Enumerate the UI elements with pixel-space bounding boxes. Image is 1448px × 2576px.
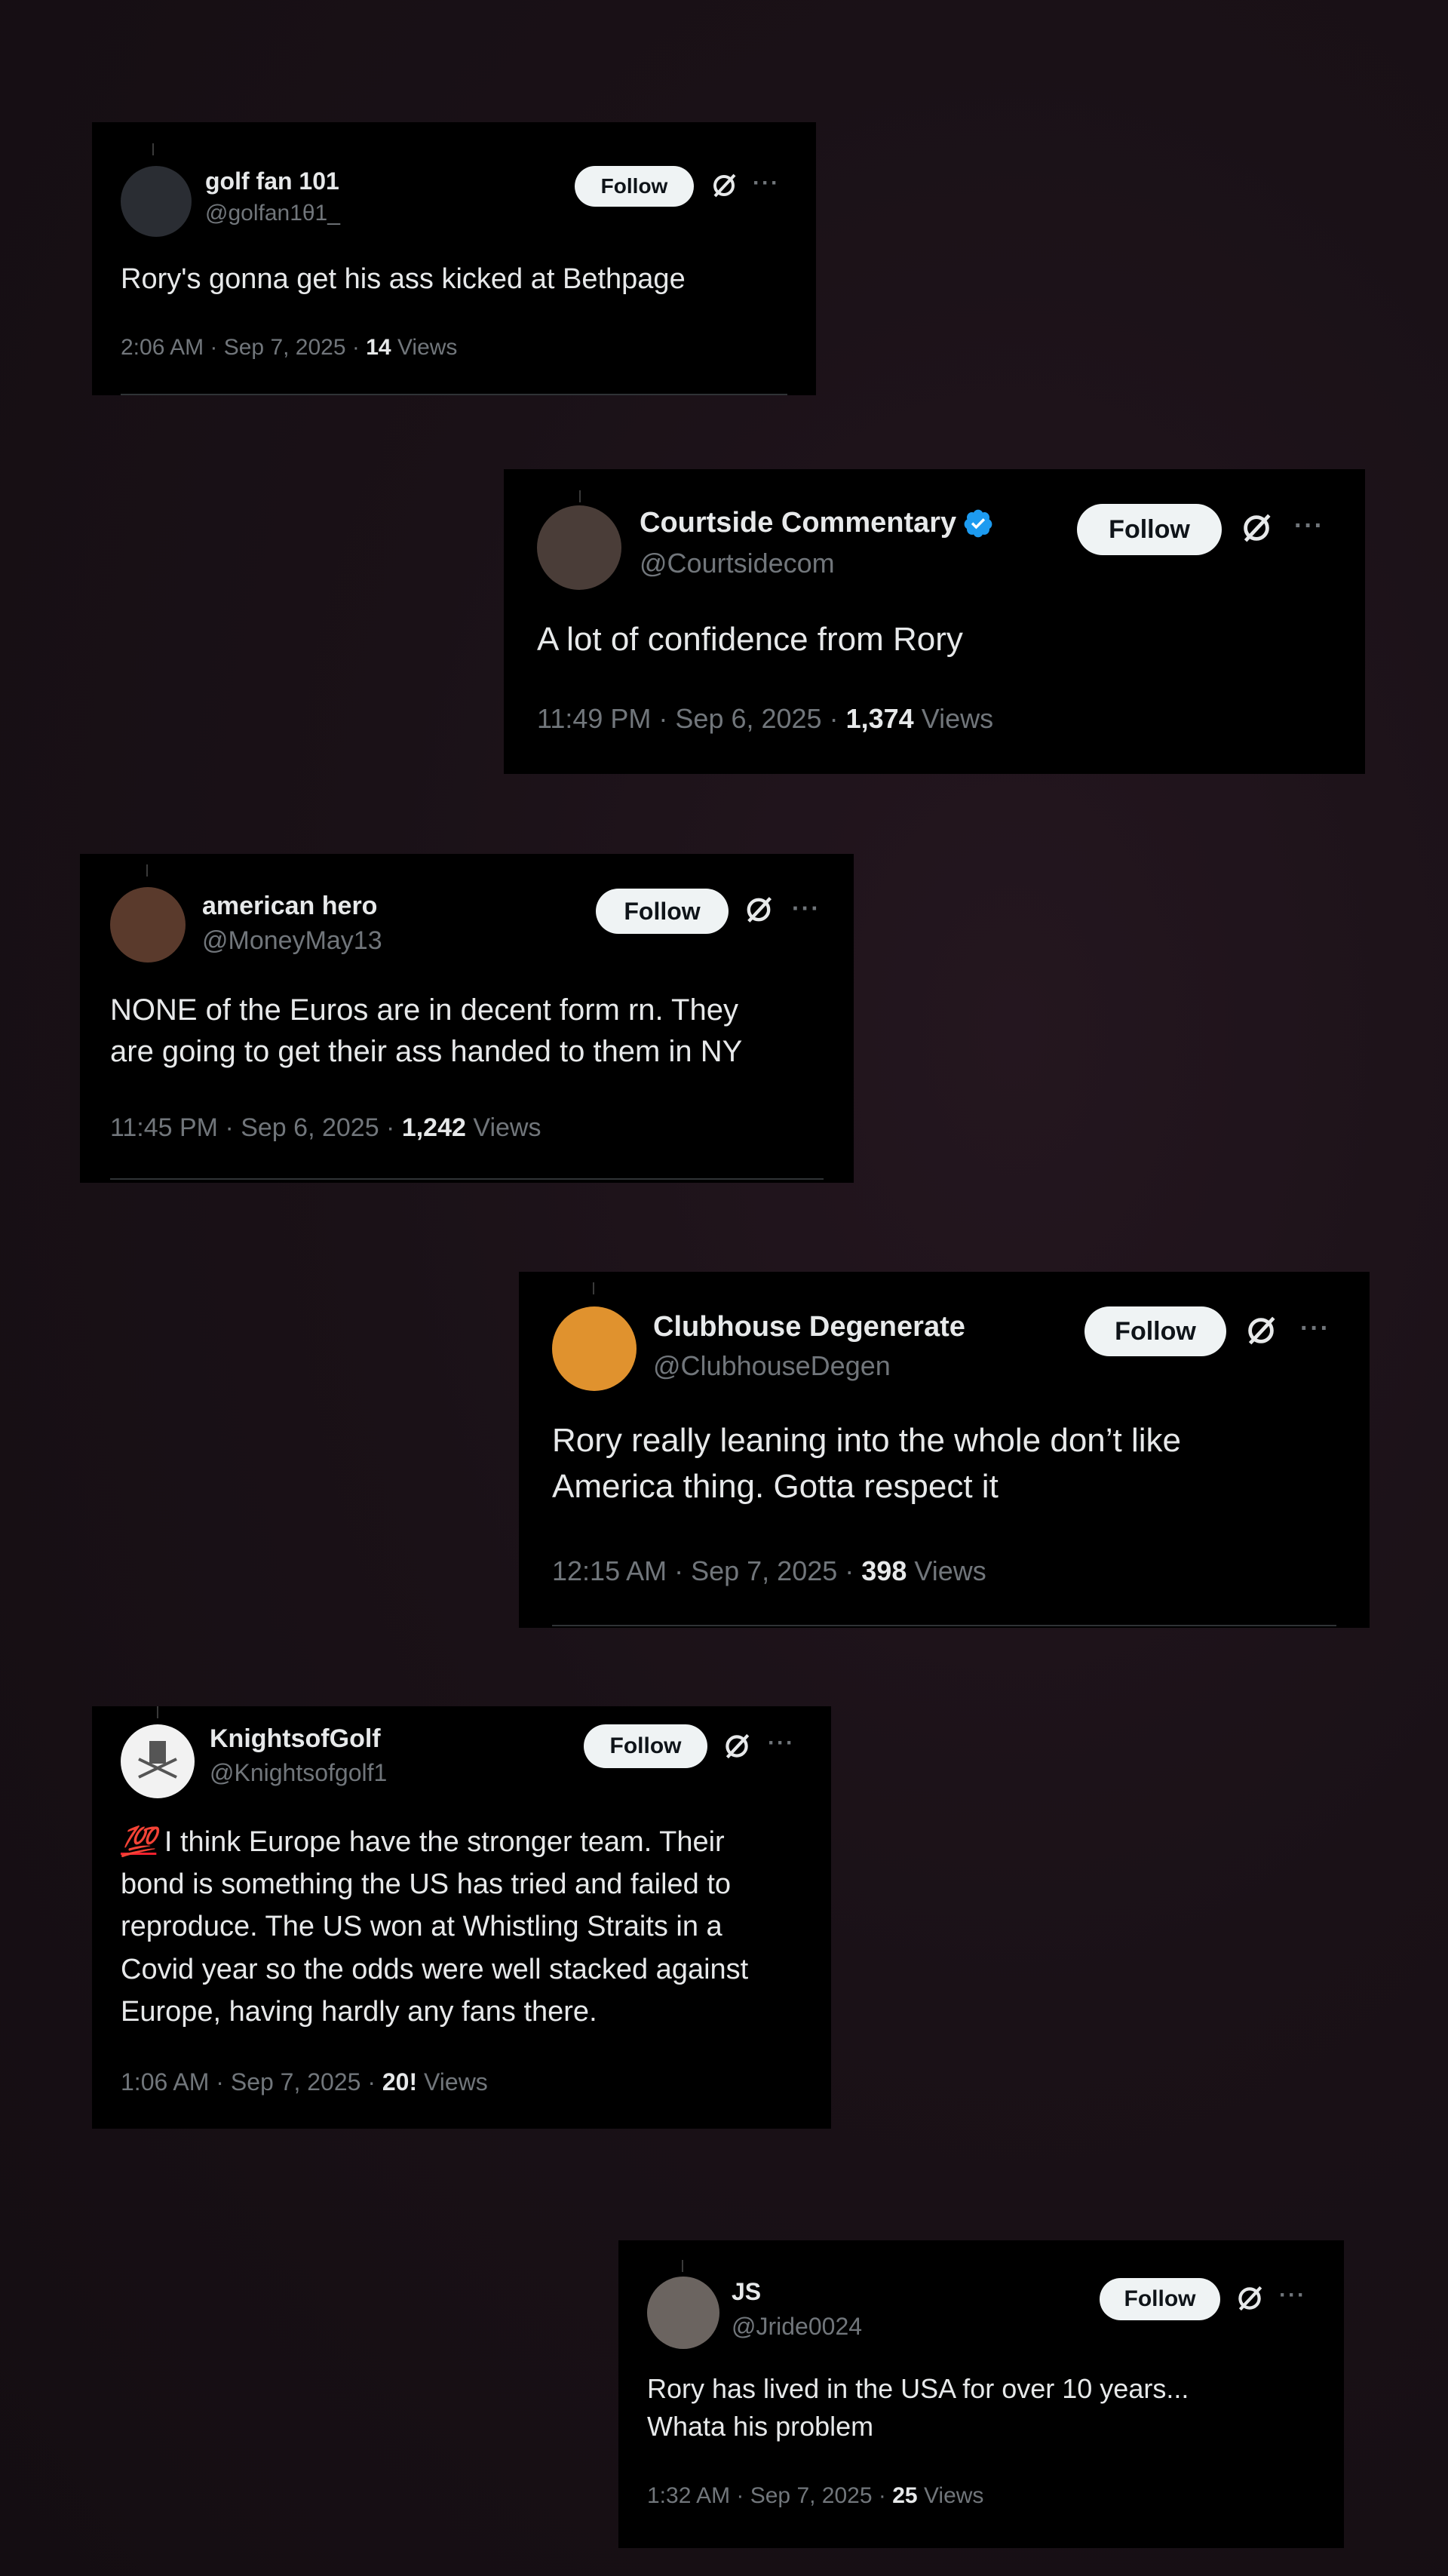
tweet-card-americanhero[interactable]: american hero @MoneyMay13 Follow ··· NON… [80, 854, 854, 1183]
view-count: 398 [861, 1555, 907, 1586]
follow-button[interactable]: Follow [575, 166, 694, 207]
tweet-meta: 2:06 AM · Sep 7, 2025 · 14 Views [121, 335, 457, 361]
thread-tick [579, 490, 581, 502]
divider [121, 394, 787, 395]
tweet-meta: 1:06 AM · Sep 7, 2025 · 20! Views [121, 2068, 488, 2096]
tweet-text: NONE of the Euros are in decent form rn.… [110, 993, 743, 1069]
follow-button[interactable]: Follow [1077, 504, 1222, 555]
user-handle[interactable]: @Courtsidecom [640, 548, 835, 579]
thread-tick [152, 143, 154, 155]
thread-tick [157, 1706, 158, 1718]
avatar[interactable] [647, 2277, 719, 2349]
avatar[interactable] [552, 1306, 637, 1391]
view-count: 1,374 [845, 703, 914, 734]
more-options-icon[interactable]: ··· [753, 172, 780, 195]
views-label: Views [473, 1113, 541, 1142]
tweet-card-courtside[interactable]: Courtside Commentary @Courtsidecom Follo… [504, 469, 1365, 774]
more-options-icon[interactable]: ··· [768, 1732, 795, 1755]
tweet-card-js[interactable]: JS @Jride0024 Follow ··· Rory has lived … [618, 2240, 1344, 2548]
tweet-meta: 11:45 PM · Sep 6, 2025 · 1,242 Views [110, 1113, 541, 1143]
views-label: Views [397, 335, 458, 360]
view-count: 1,242 [401, 1113, 466, 1142]
more-options-icon[interactable]: ··· [1300, 1316, 1330, 1341]
tweet-card-knightsofgolf[interactable]: KnightsofGolf @Knightsofgolf1 Follow ···… [92, 1706, 831, 2129]
timestamp[interactable]: 11:45 PM · Sep 6, 2025 · [110, 1113, 394, 1142]
thread-tick [682, 2260, 683, 2272]
tweet-meta: 11:49 PM · Sep 6, 2025 · 1,374 Views [537, 703, 993, 735]
follow-button[interactable]: Follow [584, 1724, 707, 1768]
tweet-meta: 1:32 AM · Sep 7, 2025 · 25 Views [647, 2483, 983, 2509]
display-name[interactable]: KnightsofGolf [210, 1724, 381, 1754]
grok-icon[interactable] [1243, 1313, 1279, 1349]
divider [552, 1625, 1336, 1626]
more-options-icon[interactable]: ··· [1294, 513, 1324, 539]
views-label: Views [424, 2068, 488, 2095]
grok-icon[interactable] [742, 893, 775, 926]
divider [110, 1178, 824, 1180]
follow-button[interactable]: Follow [1100, 2278, 1220, 2320]
timestamp[interactable]: 1:06 AM · Sep 7, 2025 · [121, 2068, 376, 2095]
timestamp[interactable]: 2:06 AM · Sep 7, 2025 · [121, 335, 360, 360]
avatar[interactable] [110, 887, 186, 963]
display-name[interactable]: Courtside Commentary [640, 507, 994, 539]
view-count: 20! [382, 2068, 418, 2095]
thread-tick [593, 1282, 594, 1294]
tweet-meta: 12:15 AM · Sep 7, 2025 · 398 Views [552, 1555, 986, 1587]
tweet-text: Rory has lived in the USA for over 10 ye… [647, 2373, 1189, 2442]
views-label: Views [914, 1555, 986, 1586]
tweet-text: 💯 I think Europe have the stronger team.… [121, 1826, 749, 2028]
avatar[interactable] [537, 505, 621, 590]
knights-logo-icon [138, 1741, 177, 1779]
more-options-icon[interactable]: ··· [792, 896, 821, 920]
display-name[interactable]: american hero [202, 892, 377, 921]
tweet-card-clubhousedegen[interactable]: Clubhouse Degenerate @ClubhouseDegen Fol… [519, 1272, 1370, 1628]
timestamp[interactable]: 12:15 AM · Sep 7, 2025 · [552, 1555, 854, 1586]
tweet-text: A lot of confidence from Rory [537, 621, 963, 658]
tweet-text: Rory really leaning into the whole don’t… [552, 1422, 1182, 1505]
timestamp[interactable]: 11:49 PM · Sep 6, 2025 · [537, 703, 839, 734]
views-label: Views [921, 703, 994, 734]
follow-button[interactable]: Follow [1084, 1306, 1226, 1356]
grok-icon[interactable] [721, 1730, 753, 1762]
avatar[interactable] [121, 166, 192, 237]
view-count: 25 [892, 2483, 918, 2508]
thread-tick [146, 864, 148, 877]
hundred-points-icon: 💯 [121, 1826, 157, 1858]
more-options-icon[interactable]: ··· [1279, 2284, 1306, 2307]
verified-badge-icon [964, 509, 992, 537]
user-handle[interactable]: @Jride0024 [732, 2313, 862, 2341]
views-label: Views [923, 2483, 984, 2508]
view-count: 14 [366, 335, 391, 360]
user-handle[interactable]: @Knightsofgolf1 [210, 1759, 387, 1787]
user-handle[interactable]: @golfan1θ1_ [205, 201, 340, 226]
tweet-text: Rory's gonna get his ass kicked at Bethp… [121, 263, 686, 295]
avatar[interactable] [121, 1724, 195, 1798]
grok-icon[interactable] [709, 170, 739, 201]
timestamp[interactable]: 1:32 AM · Sep 7, 2025 · [647, 2483, 886, 2508]
grok-icon[interactable] [1238, 510, 1275, 546]
follow-button[interactable]: Follow [596, 889, 729, 934]
tweet-card-golffan101[interactable]: golf fan 101 @golfan1θ1_ Follow ··· Rory… [92, 122, 816, 395]
display-name[interactable]: JS [732, 2278, 761, 2306]
grok-icon[interactable] [1234, 2283, 1265, 2314]
user-handle[interactable]: @MoneyMay13 [202, 926, 382, 956]
display-name[interactable]: Clubhouse Degenerate [653, 1311, 965, 1343]
user-handle[interactable]: @ClubhouseDegen [653, 1350, 891, 1382]
display-name[interactable]: golf fan 101 [205, 167, 339, 195]
